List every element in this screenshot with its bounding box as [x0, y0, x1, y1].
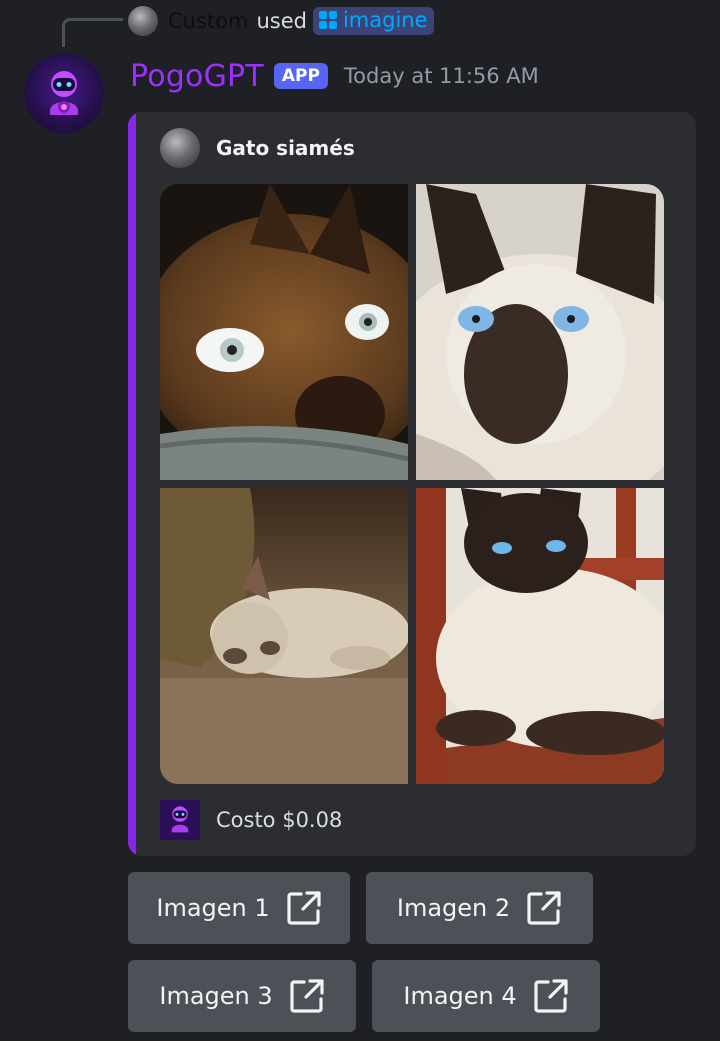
command-mention[interactable]: imagine — [312, 7, 434, 35]
message-timestamp[interactable]: Today at 11:56 AM — [344, 64, 539, 88]
imagen-2-button[interactable]: Imagen 2 — [366, 872, 593, 944]
imagen-3-button[interactable]: Imagen 3 — [128, 960, 356, 1032]
bot-username[interactable]: PogoGPT — [130, 59, 264, 94]
button-label: Imagen 4 — [403, 982, 517, 1010]
generated-image-2[interactable] — [416, 184, 664, 480]
generated-image-1[interactable] — [160, 184, 408, 480]
message-header: PogoGPT APP Today at 11:56 AM — [130, 56, 539, 96]
generated-image-3[interactable] — [160, 488, 408, 784]
embed-footer-text: Costo $0.08 — [216, 808, 343, 832]
generated-image-4[interactable] — [416, 488, 664, 784]
reply-username[interactable]: Custom — [168, 9, 248, 33]
reply-connector — [62, 18, 123, 47]
embed-author-name: Gato siamés — [216, 136, 355, 160]
footer-robot-icon — [160, 800, 200, 840]
app-badge: APP — [273, 63, 328, 89]
embed-accent-bar — [128, 112, 136, 856]
embed-author-avatar — [160, 128, 200, 168]
external-link-icon — [287, 891, 321, 925]
embed-footer: Costo $0.08 — [160, 800, 342, 840]
button-label: Imagen 1 — [156, 894, 270, 922]
slash-command-icon — [318, 11, 337, 29]
robot-icon — [50, 71, 78, 115]
imagen-1-button[interactable]: Imagen 1 — [128, 872, 350, 944]
external-link-icon — [534, 979, 568, 1013]
reply-user-avatar[interactable] — [128, 6, 158, 36]
reply-reference[interactable]: Custom used imagine — [128, 5, 434, 37]
embed-author: Gato siamés — [160, 128, 355, 168]
button-label: Imagen 3 — [159, 982, 273, 1010]
reply-used-text: used — [256, 9, 307, 33]
button-label: Imagen 2 — [396, 894, 511, 922]
external-link-icon — [290, 979, 324, 1013]
message-embed: Gato siamés Costo $0.08 — [128, 112, 696, 856]
command-name: imagine — [342, 8, 428, 32]
imagen-4-button[interactable]: Imagen 4 — [372, 960, 600, 1032]
bot-avatar[interactable] — [24, 53, 104, 133]
image-grid — [160, 184, 664, 784]
external-link-icon — [527, 891, 561, 925]
